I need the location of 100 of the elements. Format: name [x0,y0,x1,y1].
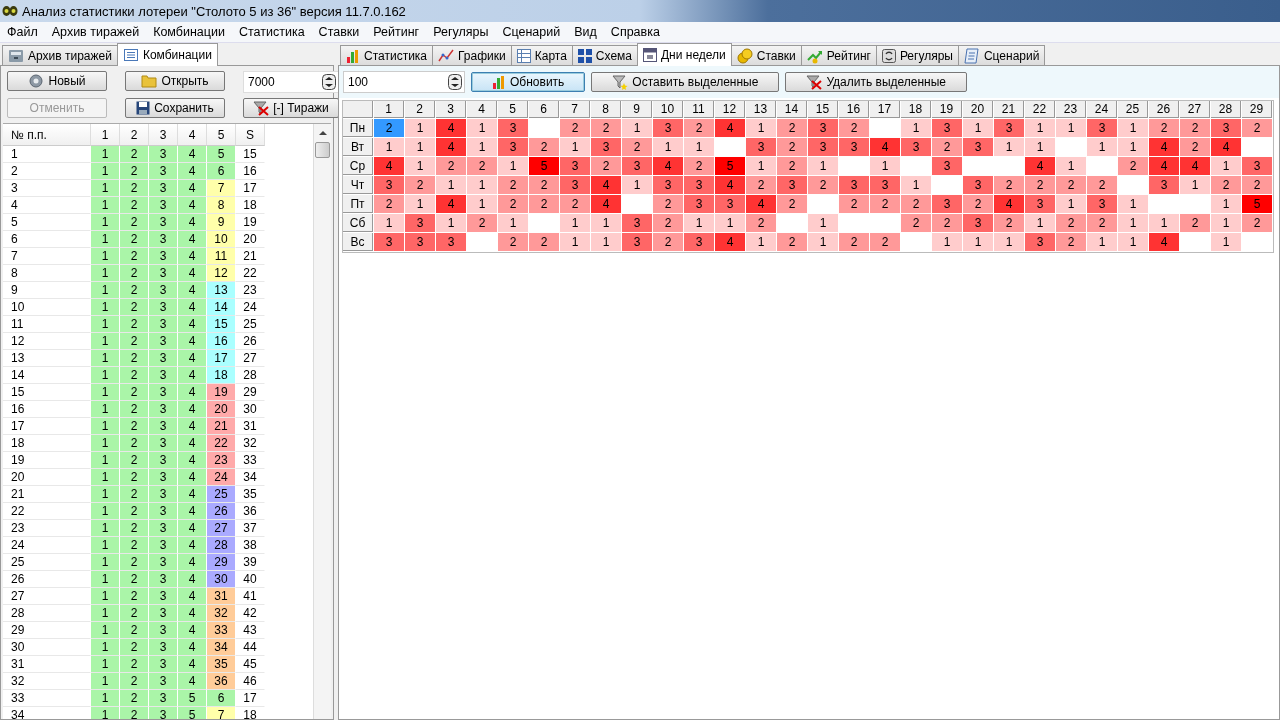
menu-item[interactable]: Комбинации [146,25,232,39]
grid-cell[interactable]: 2 [994,214,1024,232]
column-header[interactable]: № п.п. [3,124,91,146]
column-header[interactable]: 1 [91,124,120,146]
grid-cell[interactable]: 1 [467,138,497,156]
grid-cell[interactable]: 3 [963,176,993,194]
grid-cell[interactable]: 1 [498,214,528,232]
grid-cell[interactable]: 1 [1025,138,1055,156]
column-header[interactable]: S [236,124,265,146]
grid-cell[interactable]: 2 [653,195,683,213]
menu-item[interactable]: Статистика [231,25,312,39]
column-header[interactable]: 27 [1180,101,1210,118]
grid-cell[interactable]: 4 [870,138,900,156]
grid-cell[interactable]: 4 [591,176,621,194]
row-header[interactable]: Пт [343,195,373,213]
column-header[interactable]: 11 [684,101,714,118]
grid-cell[interactable]: 1 [1211,195,1241,213]
grid-cell[interactable]: 2 [591,119,621,137]
grid-cell[interactable]: 3 [1211,119,1241,137]
row-header[interactable]: Сб [343,214,373,232]
grid-cell[interactable]: 1 [1211,157,1241,175]
grid-cell[interactable]: 3 [684,176,714,194]
grid-cell[interactable]: 2 [529,138,559,156]
grid-cell[interactable]: 2 [1118,157,1148,175]
grid-cell[interactable]: 3 [560,157,590,175]
column-header[interactable]: 8 [591,101,621,118]
grid-cell[interactable]: 1 [1211,214,1241,232]
toolbar-button[interactable]: Открыть [125,71,225,91]
grid-cell[interactable]: 3 [1087,195,1117,213]
grid-cell[interactable]: 1 [1118,233,1148,251]
grid-cell[interactable]: 2 [901,195,931,213]
grid-cell[interactable]: 4 [1149,233,1179,251]
menu-item[interactable]: Справка [603,25,667,39]
grid-cell[interactable]: 1 [1180,176,1210,194]
tab[interactable]: Архив тиражей [2,45,118,65]
grid-cell[interactable]: 1 [1149,214,1179,232]
grid-cell[interactable]: 3 [870,176,900,194]
grid-cell[interactable]: 2 [529,195,559,213]
grid-cell[interactable]: 3 [498,119,528,137]
grid-cell[interactable]: 4 [1025,157,1055,175]
grid-cell[interactable]: 1 [467,119,497,137]
tab[interactable]: Графики [432,45,512,65]
column-header[interactable]: 3 [436,101,466,118]
grid-cell[interactable]: 2 [777,233,807,251]
grid-cell[interactable]: 2 [1180,138,1210,156]
grid-cell[interactable]: 3 [994,119,1024,137]
grid-cell[interactable]: 1 [715,214,745,232]
column-header[interactable]: 16 [839,101,869,118]
grid-cell[interactable]: 4 [436,119,466,137]
tab[interactable]: Рейтинг [800,45,877,65]
grid-cell[interactable]: 2 [1025,176,1055,194]
toolbar-button[interactable]: Удалить выделенные [785,72,968,92]
grid-cell[interactable]: 3 [963,138,993,156]
grid-cell[interactable]: 1 [808,214,838,232]
grid-cell[interactable]: 1 [374,214,404,232]
grid-cell[interactable]: 1 [963,233,993,251]
column-header[interactable]: 23 [1056,101,1086,118]
scrollbar[interactable] [313,124,331,719]
grid-cell[interactable]: 2 [1087,176,1117,194]
grid-cell[interactable]: 2 [1242,176,1272,194]
tab[interactable]: Регуляры [875,45,959,65]
row-header[interactable]: Чт [343,176,373,194]
grid-cell[interactable]: 4 [374,157,404,175]
grid-cell[interactable]: 3 [1025,233,1055,251]
grid-cell[interactable]: 2 [777,119,807,137]
grid-cell[interactable]: 1 [405,119,435,137]
grid-cell[interactable]: 1 [622,176,652,194]
grid-cell[interactable]: 2 [622,138,652,156]
grid-cell[interactable]: 1 [467,195,497,213]
tab[interactable]: Статистика [340,45,434,65]
toolbar-button[interactable]: Сохранить [125,98,225,118]
grid-cell[interactable]: 3 [839,176,869,194]
grid-cell[interactable]: 2 [529,233,559,251]
grid-cell[interactable]: 2 [808,176,838,194]
grid-cell[interactable]: 2 [777,195,807,213]
column-header[interactable]: 4 [467,101,497,118]
grid-cell[interactable]: 3 [1087,119,1117,137]
grid-cell[interactable]: 2 [374,119,404,137]
grid-cell[interactable]: 1 [1118,119,1148,137]
grid-cell[interactable]: 3 [498,138,528,156]
grid-cell[interactable]: 4 [591,195,621,213]
grid-cell[interactable]: 2 [932,138,962,156]
grid-cell[interactable]: 2 [498,176,528,194]
row-header[interactable]: Ср [343,157,373,175]
grid-cell[interactable]: 3 [932,195,962,213]
column-header[interactable]: 9 [622,101,652,118]
column-header[interactable]: 2 [120,124,149,146]
grid-cell[interactable]: 3 [653,176,683,194]
column-header[interactable]: 29 [1242,101,1272,118]
grid-cell[interactable]: 2 [746,214,776,232]
column-header[interactable]: 28 [1211,101,1241,118]
grid-cell[interactable]: 1 [901,176,931,194]
toolbar-button[interactable]: Оставить выделенные [591,72,780,92]
grid-cell[interactable]: 2 [405,176,435,194]
grid-cell[interactable]: 1 [901,119,931,137]
grid-cell[interactable]: 3 [777,176,807,194]
grid-cell[interactable]: 2 [1056,233,1086,251]
grid-cell[interactable]: 3 [405,214,435,232]
grid-cell[interactable]: 3 [560,176,590,194]
grid-cell[interactable]: 1 [591,233,621,251]
